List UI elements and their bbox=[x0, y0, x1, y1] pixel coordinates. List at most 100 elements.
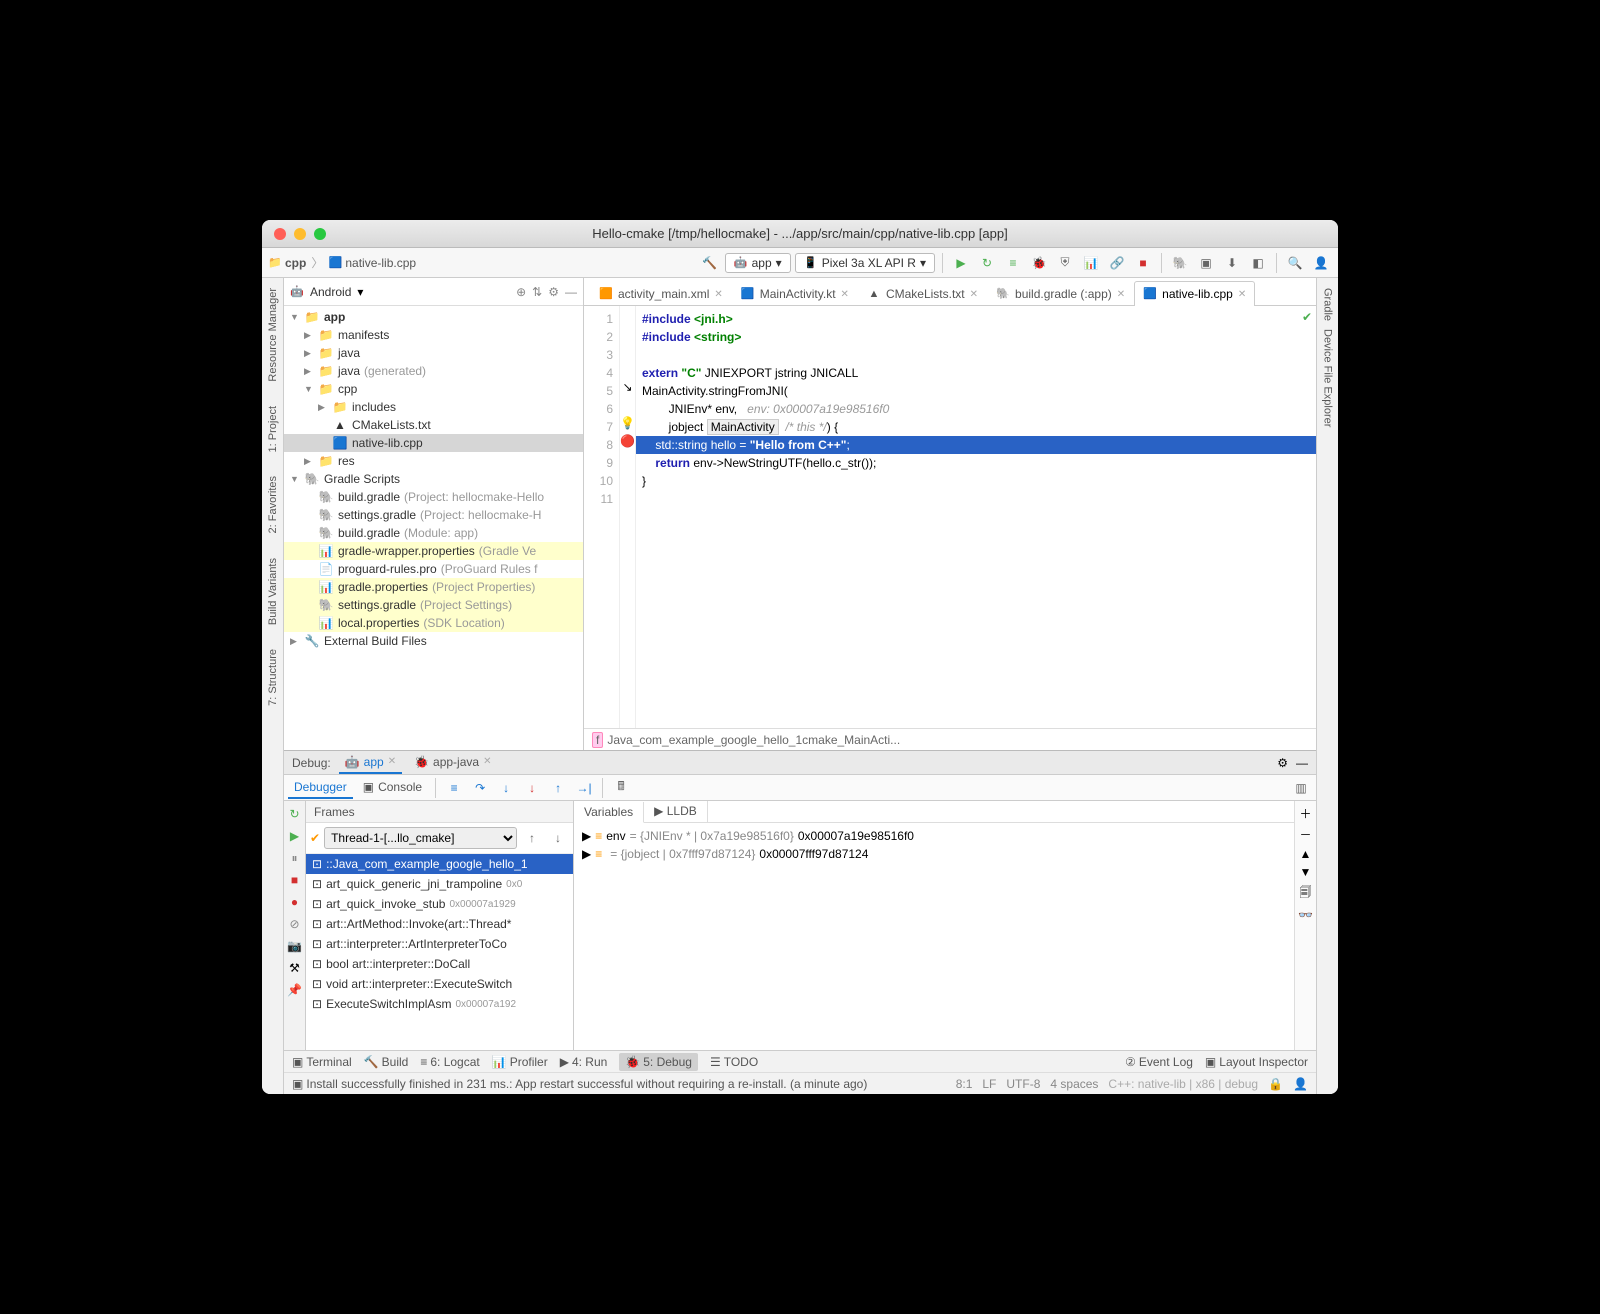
bottom-tab-profiler[interactable]: 📊Profiler bbox=[492, 1055, 548, 1069]
add-watch-icon[interactable]: ＋ bbox=[1299, 805, 1311, 822]
bottom-tab-5-debug[interactable]: 🐞5: Debug bbox=[619, 1053, 698, 1071]
bottom-tab-build[interactable]: 🔨Build bbox=[364, 1055, 409, 1069]
sdk-manager-icon[interactable]: ⬇ bbox=[1221, 252, 1243, 274]
up-icon[interactable]: ↑ bbox=[521, 827, 543, 849]
close-icon[interactable]: ✕ bbox=[1117, 289, 1125, 300]
tool-tab-gradle[interactable]: Gradle bbox=[1322, 284, 1334, 325]
editor-breadcrumb[interactable]: f Java_com_example_google_hello_1cmake_M… bbox=[584, 728, 1316, 750]
cursor-position[interactable]: 8:1 bbox=[956, 1077, 973, 1091]
breakpoints-icon[interactable]: ● bbox=[286, 893, 304, 911]
remove-watch-icon[interactable]: － bbox=[1299, 826, 1311, 843]
editor-tab[interactable]: ▲CMakeLists.txt✕ bbox=[858, 281, 987, 306]
code-editor[interactable]: ✔ 1234567891011 ↘💡🔴 #include <jni.h>#inc… bbox=[584, 306, 1316, 728]
stop-button[interactable]: ■ bbox=[1132, 252, 1154, 274]
minimize-window-button[interactable] bbox=[294, 228, 306, 240]
tool-tab-build-variants[interactable]: Build Variants bbox=[267, 554, 279, 629]
resume-icon[interactable]: ▶ bbox=[286, 827, 304, 845]
tree-node[interactable]: 📊gradle.properties (Project Properties) bbox=[284, 578, 583, 596]
debug-button[interactable]: 🐞 bbox=[1028, 252, 1050, 274]
tool-tab-7-structure[interactable]: 7: Structure bbox=[267, 645, 279, 710]
code-text[interactable]: #include <jni.h>#include <string>extern … bbox=[636, 306, 1316, 728]
down-icon[interactable]: ▼ bbox=[1300, 865, 1312, 879]
sync-gradle-icon[interactable]: 🐘 bbox=[1169, 252, 1191, 274]
tree-node[interactable]: ▶🔧External Build Files bbox=[284, 632, 583, 650]
debug-tab[interactable]: 🐞app-java✕ bbox=[408, 752, 497, 774]
line-ending[interactable]: LF bbox=[982, 1077, 996, 1091]
tree-node[interactable]: ▲CMakeLists.txt bbox=[284, 416, 583, 434]
hide-icon[interactable]: — bbox=[565, 285, 577, 299]
attach-debugger-icon[interactable]: 🔗 bbox=[1106, 252, 1128, 274]
indent[interactable]: 4 spaces bbox=[1050, 1077, 1098, 1091]
close-icon[interactable]: ✕ bbox=[970, 289, 978, 300]
editor-tab[interactable]: 🐘build.gradle (:app)✕ bbox=[987, 281, 1134, 306]
tree-node[interactable]: 📊local.properties (SDK Location) bbox=[284, 614, 583, 632]
tree-node[interactable]: ▶📁res bbox=[284, 452, 583, 470]
frames-list[interactable]: ⊡::Java_com_example_google_hello_1⊡art_q… bbox=[306, 854, 573, 1050]
stack-frame[interactable]: ⊡bool art::interpreter::DoCall bbox=[306, 954, 573, 974]
project-tree[interactable]: ▼📁app▶📁manifests▶📁java▶📁java (generated)… bbox=[284, 306, 583, 750]
tool-tab-device-file-explorer[interactable]: Device File Explorer bbox=[1322, 325, 1334, 431]
stack-frame[interactable]: ⊡void art::interpreter::ExecuteSwitch bbox=[306, 974, 573, 994]
tree-node[interactable]: ▼📁cpp bbox=[284, 380, 583, 398]
tree-node[interactable]: ▶📁java (generated) bbox=[284, 362, 583, 380]
tree-node[interactable]: ▼📁app bbox=[284, 308, 583, 326]
status-icon[interactable]: ▣ bbox=[292, 1077, 303, 1091]
mute-breakpoints-icon[interactable]: ⊘ bbox=[286, 915, 304, 933]
tree-node[interactable]: 📄proguard-rules.pro (ProGuard Rules f bbox=[284, 560, 583, 578]
coverage-icon[interactable]: ⛨ bbox=[1054, 252, 1076, 274]
close-icon[interactable]: ✕ bbox=[714, 289, 722, 300]
inspector-icon[interactable]: 👤 bbox=[1293, 1077, 1308, 1091]
hide-icon[interactable]: — bbox=[1296, 756, 1308, 770]
tree-node[interactable]: 🐘settings.gradle (Project: hellocmake-H bbox=[284, 506, 583, 524]
step-out-icon[interactable]: ↑ bbox=[547, 777, 569, 799]
gutter-marks[interactable]: ↘💡🔴 bbox=[620, 306, 636, 728]
stack-frame[interactable]: ⊡ExecuteSwitchImplAsm0x00007a192 bbox=[306, 994, 573, 1014]
zoom-window-button[interactable] bbox=[314, 228, 326, 240]
resource-manager-icon[interactable]: ◧ bbox=[1247, 252, 1269, 274]
breadcrumb[interactable]: 📁 cpp 〉 🟦 native-lib.cpp bbox=[268, 254, 416, 271]
camera-icon[interactable]: 📷 bbox=[286, 937, 304, 955]
target-icon[interactable]: ⊕ bbox=[516, 285, 526, 299]
project-view-label[interactable]: Android bbox=[310, 285, 351, 299]
tree-node[interactable]: ▼🐘Gradle Scripts bbox=[284, 470, 583, 488]
editor-tab[interactable]: 🟧activity_main.xml✕ bbox=[590, 281, 732, 306]
tool-tab-1-project[interactable]: 1: Project bbox=[267, 402, 279, 456]
context-config[interactable]: C++: native-lib | x86 | debug bbox=[1108, 1077, 1258, 1091]
tree-node[interactable]: 🟦native-lib.cpp bbox=[284, 434, 583, 452]
stack-frame[interactable]: ⊡art::ArtMethod::Invoke(art::Thread* bbox=[306, 914, 573, 934]
settings-icon[interactable]: ⚒ bbox=[286, 959, 304, 977]
tool-tab-resource-manager[interactable]: Resource Manager bbox=[267, 284, 279, 386]
apply-code-changes-icon[interactable]: ≡ bbox=[1002, 252, 1024, 274]
tree-node[interactable]: 🐘build.gradle (Project: hellocmake-Hello bbox=[284, 488, 583, 506]
bottom-tab-todo[interactable]: ☰TODO bbox=[710, 1055, 758, 1069]
device-select[interactable]: 📱 Pixel 3a XL API R ▾ bbox=[795, 253, 935, 273]
up-icon[interactable]: ▲ bbox=[1300, 847, 1312, 861]
close-icon[interactable]: ✕ bbox=[1238, 289, 1246, 300]
avd-manager-icon[interactable]: ▣ bbox=[1195, 252, 1217, 274]
show-execution-point-icon[interactable]: ≡ bbox=[443, 777, 465, 799]
down-icon[interactable]: ↓ bbox=[547, 827, 569, 849]
stack-frame[interactable]: ⊡::Java_com_example_google_hello_1 bbox=[306, 854, 573, 874]
tool-tab-2-favorites[interactable]: 2: Favorites bbox=[267, 472, 279, 537]
pin-icon[interactable]: 📌 bbox=[286, 981, 304, 999]
thread-select[interactable]: Thread-1-[...llo_cmake] bbox=[324, 827, 517, 849]
stop-icon[interactable]: ■ bbox=[286, 871, 304, 889]
console-tab[interactable]: ▣Console bbox=[357, 777, 428, 799]
evaluate-icon[interactable]: 🖩 bbox=[610, 777, 632, 799]
step-over-icon[interactable]: ↷ bbox=[469, 777, 491, 799]
search-icon[interactable]: 🔍 bbox=[1284, 252, 1306, 274]
layout-icon[interactable]: ▥ bbox=[1290, 777, 1312, 799]
glasses-icon[interactable]: 👓 bbox=[1298, 908, 1313, 922]
gear-icon[interactable]: ⚙ bbox=[548, 285, 559, 299]
tree-node[interactable]: 🐘settings.gradle (Project Settings) bbox=[284, 596, 583, 614]
pause-icon[interactable]: ⏸ bbox=[286, 849, 304, 867]
close-window-button[interactable] bbox=[274, 228, 286, 240]
variables-list[interactable]: ▶≡ env = {JNIEnv * | 0x7a19e98516f0} 0x0… bbox=[574, 823, 1294, 1050]
run-button[interactable]: ▶ bbox=[950, 252, 972, 274]
lldb-tab[interactable]: ▶ LLDB bbox=[644, 801, 708, 822]
debugger-tab[interactable]: Debugger bbox=[288, 777, 353, 799]
bottom-tab-4-run[interactable]: ▶4: Run bbox=[560, 1055, 608, 1069]
bottom-tab-layout-inspector[interactable]: ▣Layout Inspector bbox=[1205, 1055, 1308, 1069]
apply-changes-icon[interactable]: ↻ bbox=[976, 252, 998, 274]
filter-icon[interactable]: ⇅ bbox=[532, 285, 542, 299]
